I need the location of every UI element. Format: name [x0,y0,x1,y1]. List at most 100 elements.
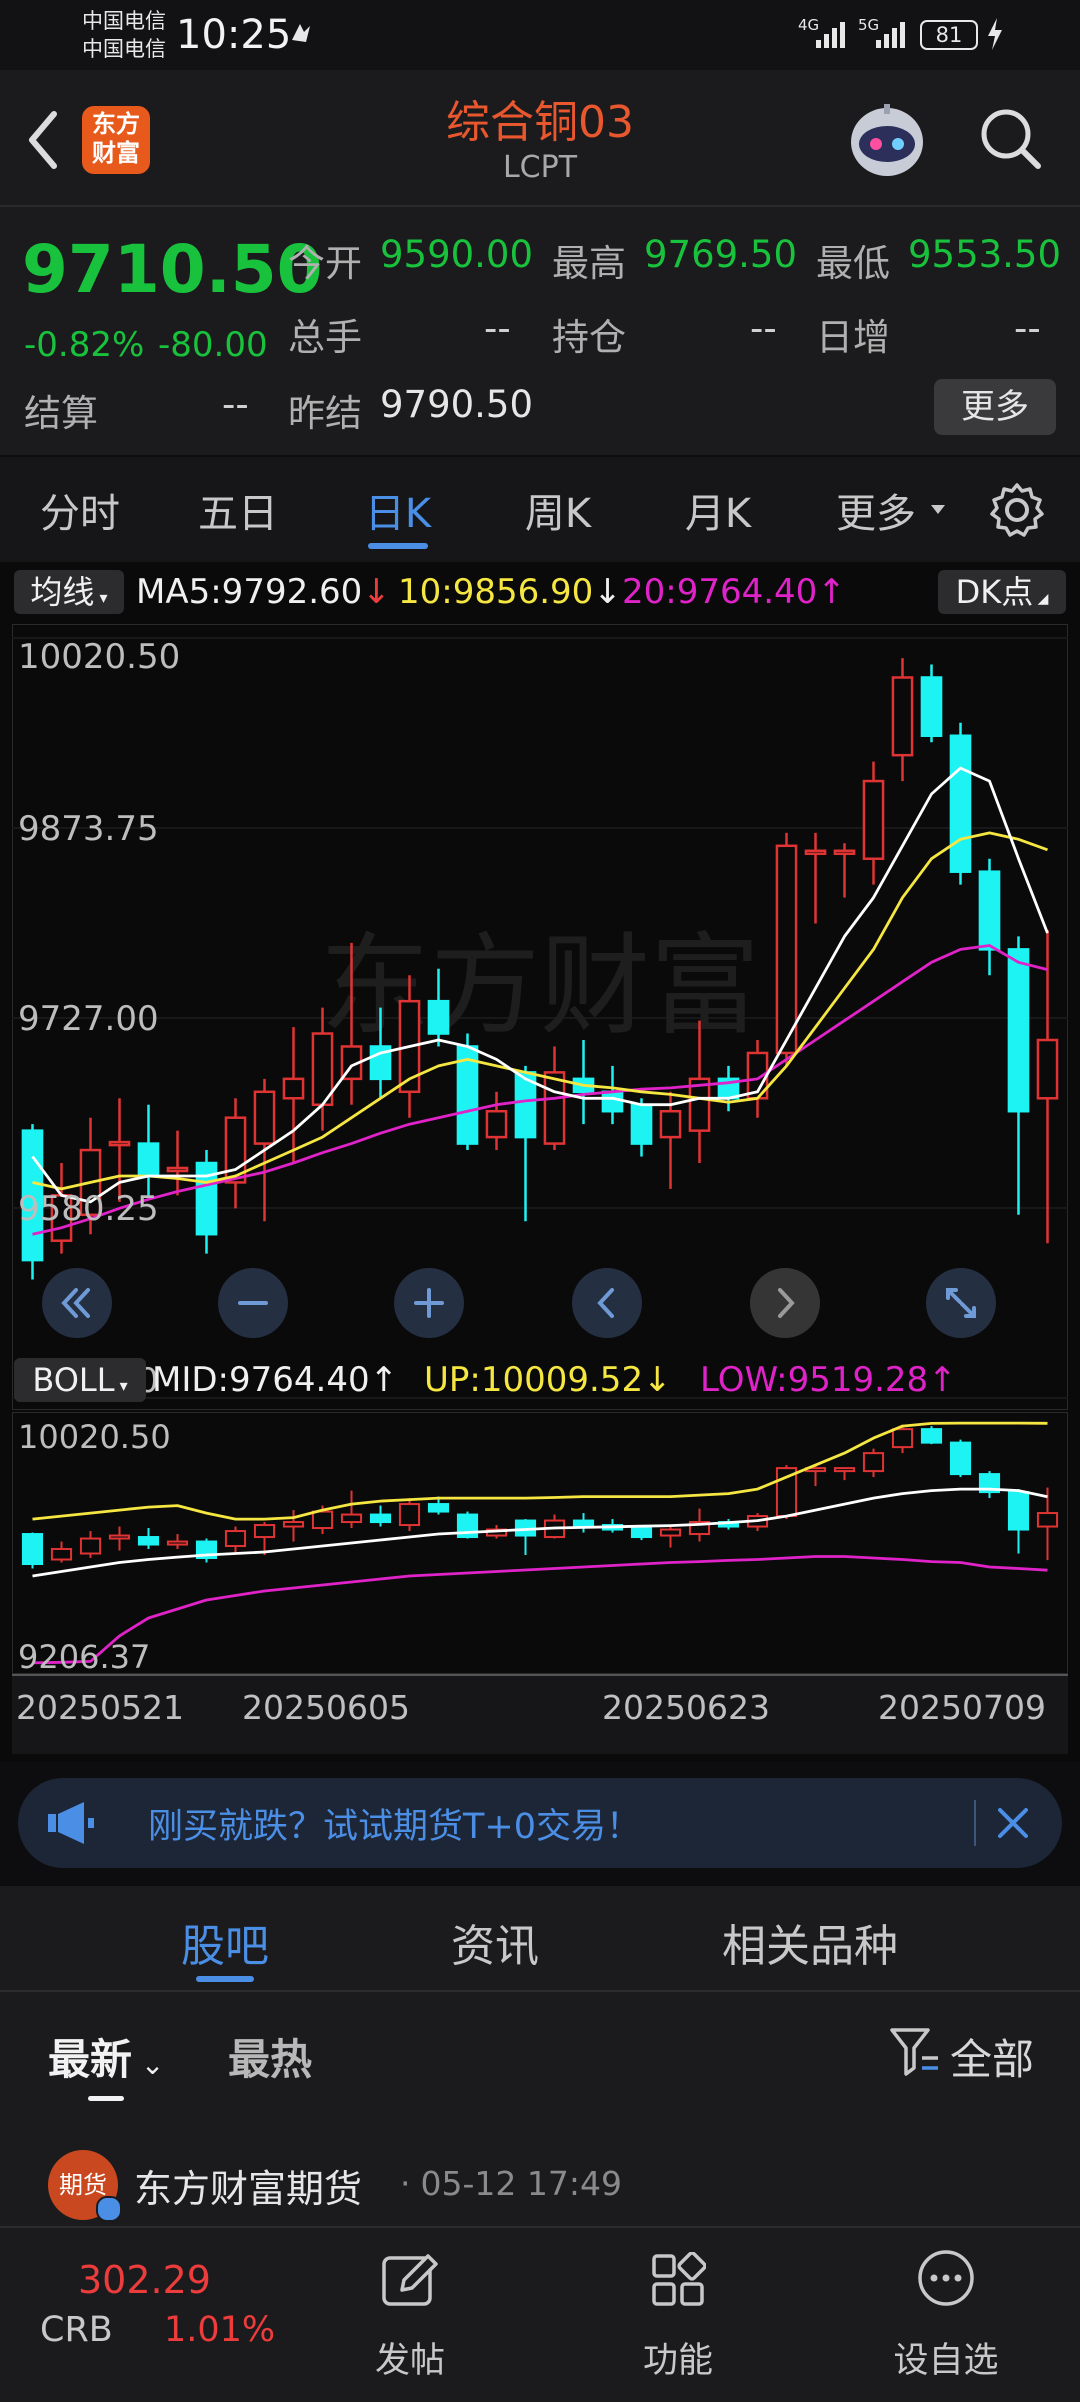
low-label: 最低 [816,242,890,285]
tab-more[interactable]: 更多 [826,481,926,539]
chart-watermark: 东方财富 [320,922,760,1050]
nav-post[interactable]: 发帖 [310,2228,510,2400]
tab-monthly-k[interactable]: 月K [658,481,778,539]
boll-up-arrow: ↓ [643,1360,672,1400]
boll-candle-body [50,1548,73,1561]
scroll-left-button[interactable] [572,1268,642,1338]
change-amount: -80.00 [158,325,268,365]
sort-newest-label: 最新 [48,2035,133,2084]
verified-badge-icon [96,2196,122,2222]
boll-mid-text: MID:9764.40 [152,1360,370,1400]
scroll-right-button[interactable] [750,1268,820,1338]
candle-body [1036,1038,1059,1100]
candle-body [630,1103,653,1145]
community-tabs: 股吧 资讯 相关品种 [0,1886,1080,1992]
carrier-2: 中国电信 [82,37,166,61]
page-subtitle: LCPT [502,150,578,185]
change-percent: -0.82% [24,325,145,365]
open-interest-value: -- [750,307,777,350]
boll-mid-legend: MID:9764.40↑ [152,1360,398,1400]
candle-body [253,1090,276,1145]
tab-daily-k[interactable]: 日K [338,481,458,539]
ma10-legend: 10:9856.90↓ [398,572,622,612]
boll-chart[interactable]: 10020.50 9206.37 [12,1412,1068,1674]
boll-low-text: LOW:9519.28 [700,1360,929,1400]
charging-icon [984,16,1006,56]
tab-five-day[interactable]: 五日 [178,481,298,539]
close-icon[interactable] [986,1796,1040,1850]
more-dots-icon [916,2248,976,2312]
ma20-legend: 20:9764.40↑ [622,572,846,612]
volume-label: 总手 [288,316,362,359]
tab-intraday[interactable]: 分时 [20,481,140,539]
ma10-legend-text: 10:9856.90 [398,572,594,612]
search-icon[interactable] [976,104,1046,174]
boll-low-arrow: ↑ [928,1360,957,1400]
zoom-out-button[interactable] [218,1268,288,1338]
boll-candle-body [891,1428,914,1449]
sort-indicator [88,2096,124,2101]
community-section: 股吧 资讯 相关品种 最新 ⌄ 最热 全部 期货 东方财富期货 · 05-12 1… [0,1886,1080,2226]
boll-candle-body [630,1527,653,1539]
carrier-1: 中国电信 [82,9,166,33]
nav-add-watchlist-label: 设自选 [893,2341,999,2381]
promo-banner[interactable]: 刚买就跌？试试期货T+0交易！ [18,1778,1062,1868]
ma10-trend-arrow: ↓ [593,572,622,612]
open-interest-label: 持仓 [552,316,626,359]
gear-icon[interactable] [988,481,1046,539]
x-axis: 20250521 20250605 20250623 20250709 [12,1674,1068,1754]
post-author[interactable]: 东方财富期货 [134,2158,362,2213]
sort-hot[interactable]: 最热 [228,2026,312,2087]
candle-body [862,779,885,860]
filter-label[interactable]: 全部 [950,2026,1034,2087]
ma-indicator-select[interactable]: 均线 ▾ [14,570,124,614]
post-time: · 05-12 17:49 [400,2164,622,2203]
boll-candle-body [1007,1491,1030,1531]
brand-logo: 东方 财富 [82,106,150,174]
high-value: 9769.50 [644,233,798,276]
tab-news[interactable]: 资讯 [420,1910,570,1974]
nav-add-watchlist[interactable]: 设自选 [846,2228,1046,2400]
boll-y-label-bottom: 9206.37 [18,1638,150,1674]
fullscreen-button[interactable] [926,1268,996,1338]
boll-candle-body [572,1519,595,1528]
boll-candle-body [282,1521,305,1528]
low-value: 9553.50 [908,233,1062,276]
boll-candle-body [21,1533,44,1566]
index-change: 1.01% [164,2310,276,2350]
boll-mid-arrow: ↑ [369,1360,399,1400]
nav-functions[interactable]: 功能 [578,2228,778,2400]
x-axis-line [12,1674,1068,1682]
volume-value: -- [484,307,511,350]
candle-body [427,999,450,1035]
filter-icon[interactable] [888,2026,944,2078]
tab-related[interactable]: 相关品种 [700,1910,920,1974]
more-quote-button[interactable]: 更多 [934,379,1056,435]
sort-newest[interactable]: 最新 ⌄ [48,2026,164,2087]
boll-y-label-top: 10020.50 [18,1418,171,1456]
nav-post-label: 发帖 [374,2341,445,2381]
tab-weekly-k[interactable]: 周K [498,481,618,539]
robot-assistant-icon[interactable] [842,100,932,184]
index-value: 302.29 [78,2258,211,2302]
edit-icon [380,2250,440,2314]
candle-body [137,1142,160,1178]
boll-candle-body [79,1537,102,1555]
chart-area: 均线 ▾ MA5:9792.60↓ 10:9856.90↓ 20:9764.40… [0,562,1080,1762]
boll-candle-body [659,1528,682,1537]
back-button[interactable] [18,100,68,180]
daily-increase-label: 日增 [816,316,890,359]
main-y-label: 9580.25 [18,1189,159,1229]
prev-settle-label: 昨结 [288,392,362,435]
dk-point-button[interactable]: DK点 ◢ [938,570,1066,614]
ma-indicator-label: 均线 [30,573,95,611]
boll-candle-body [398,1503,421,1527]
index-ticker[interactable]: 302.29 CRB 1.01% [10,2228,275,2400]
boll-candle-body [340,1513,363,1524]
candle-body [485,1109,508,1139]
zoom-in-button[interactable] [394,1268,464,1338]
tab-forum[interactable]: 股吧 [150,1910,300,1974]
jump-to-start-button[interactable] [42,1268,112,1338]
boll-indicator-select[interactable]: BOLL ▾ [14,1358,146,1402]
candlestick-chart[interactable]: 东方财富 10020.509873.759727.009580.259433.5… [12,624,1068,1410]
